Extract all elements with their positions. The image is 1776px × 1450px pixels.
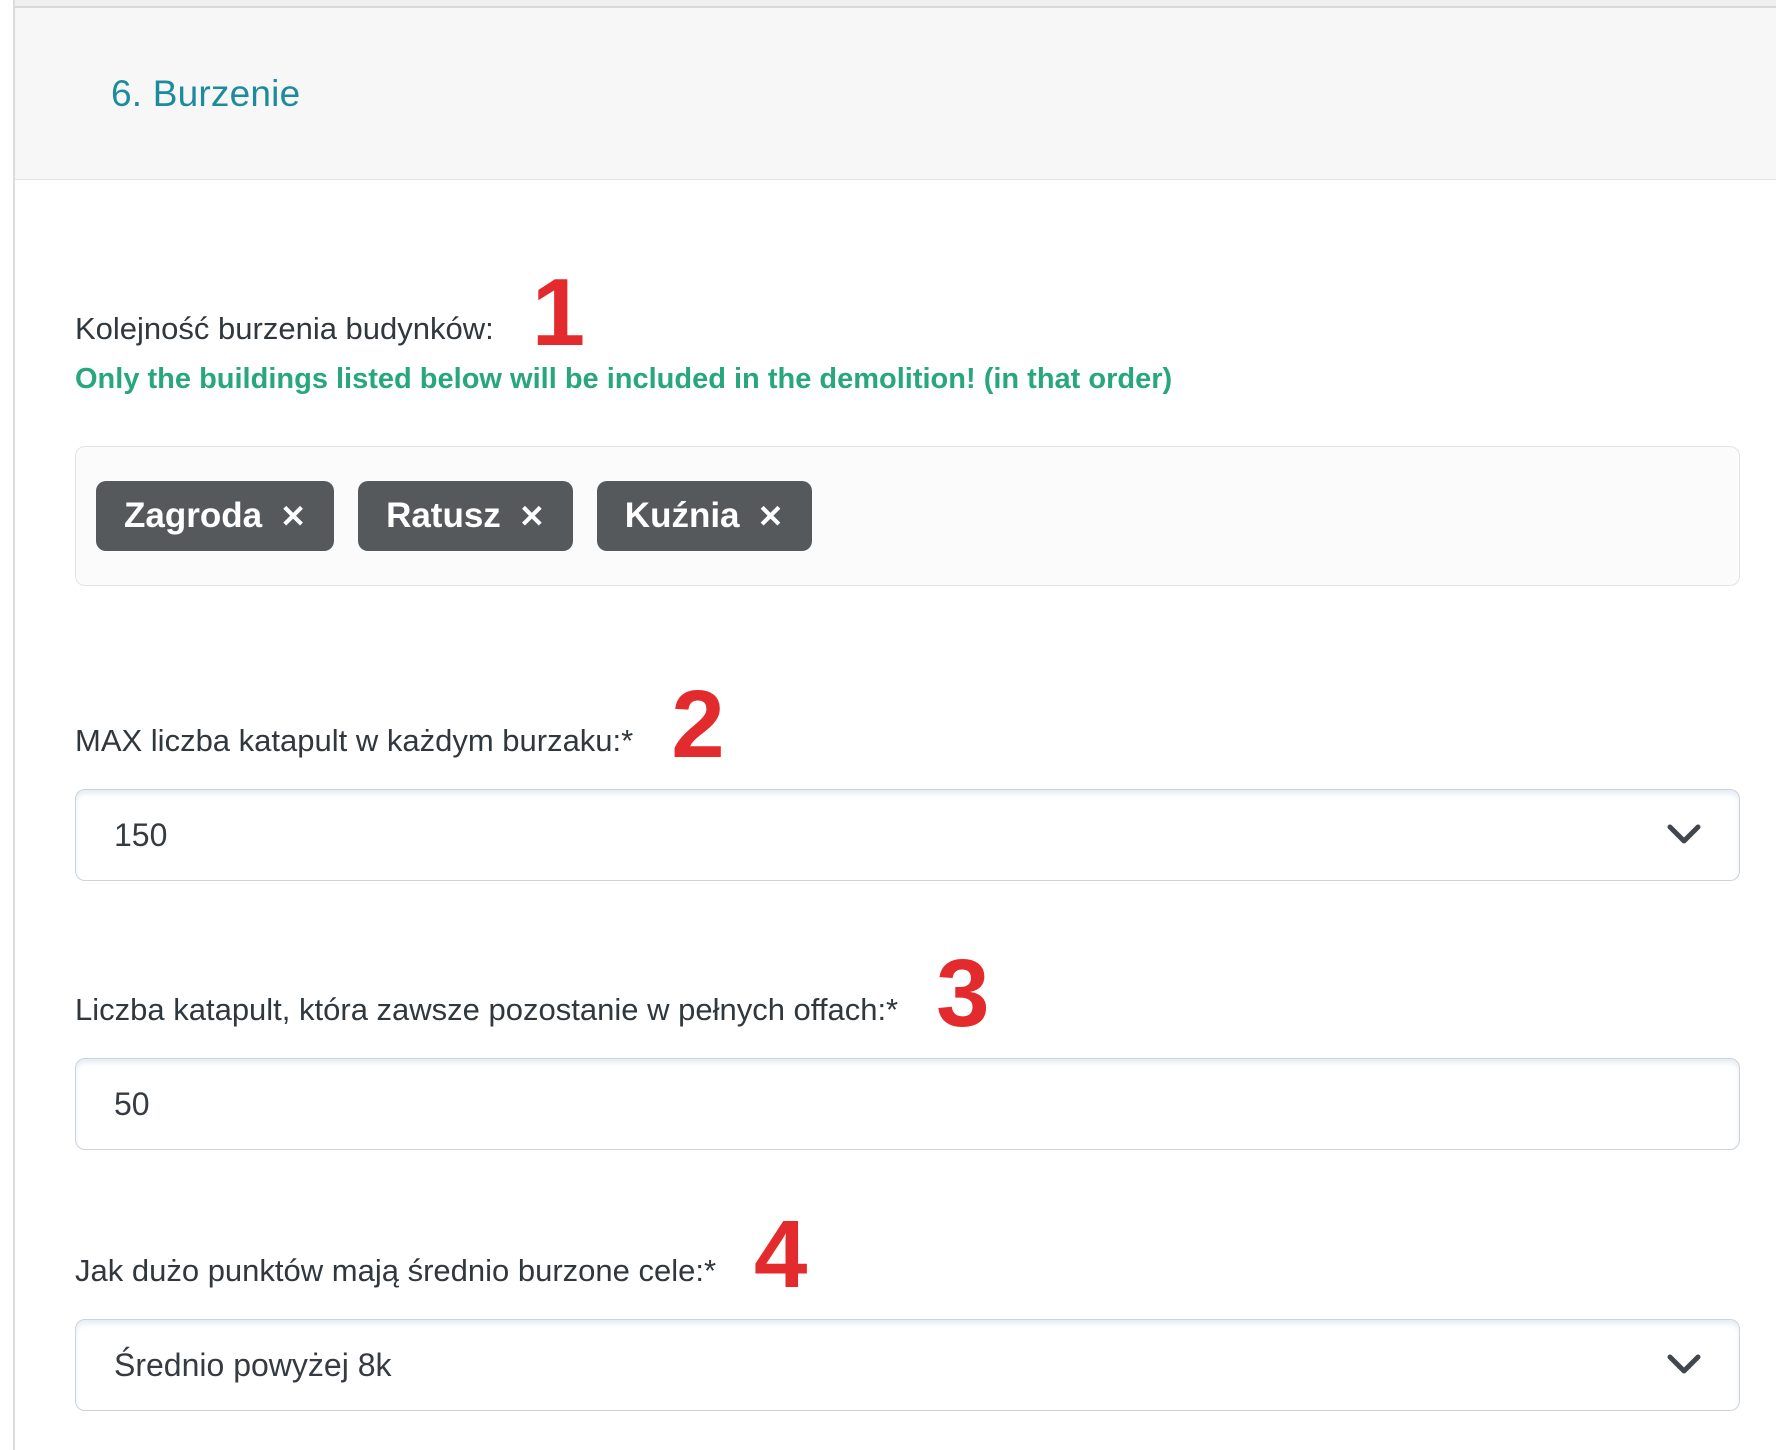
section-title: 6. Burzenie	[111, 73, 300, 115]
remaining-catapults-input[interactable]	[75, 1058, 1740, 1150]
demolition-note: Only the buildings listed below will be …	[75, 363, 1740, 396]
target-points-label: Jak dużo punktów mają średnio burzone ce…	[75, 1253, 716, 1289]
tag-ratusz-remove-icon[interactable]: ✕	[519, 499, 545, 535]
max-catapults-label: MAX liczba katapult w każdym burzaku:*	[75, 723, 633, 759]
target-points-label-row: Jak dużo punktów mają średnio burzone ce…	[75, 1214, 1740, 1289]
card-body: Kolejność burzenia budynków: 1 Only the …	[15, 272, 1776, 1450]
max-catapults-label-row: MAX liczba katapult w każdym burzaku:* 2	[75, 684, 1740, 759]
target-points-selected-value: Średnio powyżej 8k	[114, 1347, 1667, 1384]
page: 6. Burzenie Kolejność burzenia budynków:…	[0, 0, 1776, 1450]
card-header: 6. Burzenie	[15, 8, 1776, 180]
previous-section-edge	[15, 0, 1776, 8]
remaining-catapults-label: Liczba katapult, która zawsze pozostanie…	[75, 992, 898, 1028]
max-catapults-select[interactable]: 150	[75, 789, 1740, 881]
annotation-1: 1	[532, 278, 585, 347]
tag-kuznia-remove-icon[interactable]: ✕	[758, 499, 784, 535]
max-catapults-selected-value: 150	[114, 817, 1667, 854]
remaining-catapults-label-row: Liczba katapult, która zawsze pozostanie…	[75, 953, 1740, 1028]
settings-card: 6. Burzenie Kolejność burzenia budynków:…	[13, 0, 1776, 1450]
tag-kuznia-label: Kuźnia	[625, 496, 740, 536]
tag-zagroda-remove-icon[interactable]: ✕	[280, 499, 306, 535]
chevron-down-icon	[1667, 824, 1701, 846]
tag-ratusz[interactable]: Ratusz ✕	[358, 481, 573, 551]
tag-ratusz-label: Ratusz	[386, 496, 501, 536]
annotation-2: 2	[671, 690, 724, 759]
annotation-3: 3	[936, 959, 989, 1028]
tag-zagroda[interactable]: Zagroda ✕	[96, 481, 334, 551]
demolition-order-label: Kolejność burzenia budynków:	[75, 311, 494, 347]
chevron-down-icon	[1667, 1354, 1701, 1376]
target-points-select[interactable]: Średnio powyżej 8k	[75, 1319, 1740, 1411]
tag-zagroda-label: Zagroda	[124, 496, 262, 536]
annotation-4: 4	[754, 1220, 807, 1289]
tag-kuznia[interactable]: Kuźnia ✕	[597, 481, 812, 551]
building-tags-input[interactable]: Zagroda ✕ Ratusz ✕ Kuźnia ✕	[75, 446, 1740, 586]
demolition-order-label-row: Kolejność burzenia budynków: 1	[75, 272, 1740, 347]
